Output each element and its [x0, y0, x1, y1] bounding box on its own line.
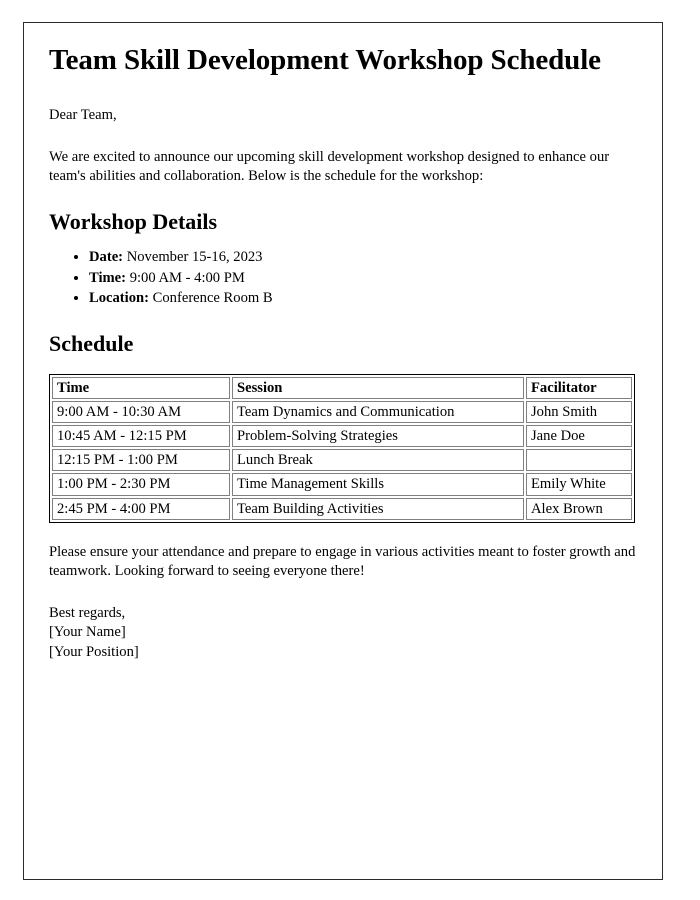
detail-label-location: Location: [89, 290, 149, 307]
detail-label-date: Date: [89, 248, 124, 265]
schedule-heading: Schedule [49, 331, 134, 357]
column-header-facilitator: Facilitator [526, 376, 632, 399]
workshop-details-list: Date: November 15-16, 2023 Time: 9:00 AM… [49, 247, 640, 309]
table-row: 10:45 AM - 12:15 PM Problem-Solving Stra… [52, 425, 632, 448]
cell-time: 2:45 PM - 4:00 PM [52, 497, 230, 520]
cell-session: Team Building Activities [232, 497, 524, 520]
detail-label-time: Time: [89, 269, 127, 286]
workshop-details-heading: Workshop Details [49, 208, 218, 234]
cell-session: Problem-Solving Strategies [232, 425, 524, 448]
cell-session: Lunch Break [232, 449, 524, 472]
signature-position: [Your Position] [49, 643, 139, 660]
list-item: Location: Conference Room B [89, 288, 640, 309]
salutation-text: Dear Team, [49, 107, 117, 124]
page-title: Team Skill Development Workshop Schedule [49, 44, 601, 76]
cell-session: Time Management Skills [232, 473, 524, 496]
table-row: 12:15 PM - 1:00 PM Lunch Break [52, 449, 632, 472]
list-item: Date: November 15-16, 2023 [89, 247, 640, 268]
schedule-table: Time Session Facilitator 9:00 AM - 10:30… [49, 373, 635, 523]
table-row: 1:00 PM - 2:30 PM Time Management Skills… [52, 473, 632, 496]
column-header-session: Session [232, 376, 524, 399]
document-body: Team Skill Development Workshop Schedule… [49, 43, 640, 662]
intro-paragraph: We are excited to announce our upcoming … [49, 148, 610, 185]
list-item: Time: 9:00 AM - 4:00 PM [89, 268, 640, 289]
document-page-frame: Team Skill Development Workshop Schedule… [23, 22, 663, 880]
closing-paragraph: Please ensure your attendance and prepar… [49, 543, 636, 580]
table-row: 2:45 PM - 4:00 PM Team Building Activiti… [52, 497, 632, 520]
cell-facilitator: Emily White [526, 473, 632, 496]
signature-name: [Your Name] [49, 624, 126, 641]
cell-time: 1:00 PM - 2:30 PM [52, 473, 230, 496]
table-row: 9:00 AM - 10:30 AM Team Dynamics and Com… [52, 400, 632, 423]
table-header-row: Time Session Facilitator [52, 376, 632, 399]
cell-facilitator: John Smith [526, 400, 632, 423]
cell-time: 9:00 AM - 10:30 AM [52, 400, 230, 423]
detail-value-date: November 15-16, 2023 [126, 248, 263, 265]
cell-time: 10:45 AM - 12:15 PM [52, 425, 230, 448]
signature-closing: Best regards, [49, 604, 126, 621]
cell-session: Team Dynamics and Communication [232, 400, 524, 423]
cell-time: 12:15 PM - 1:00 PM [52, 449, 230, 472]
signature-block: Best regards, [Your Name] [Your Position… [49, 604, 640, 662]
cell-facilitator: Alex Brown [526, 497, 632, 520]
cell-facilitator [526, 449, 632, 472]
detail-value-location: Conference Room B [152, 290, 273, 307]
detail-value-time: 9:00 AM - 4:00 PM [129, 269, 245, 286]
cell-facilitator: Jane Doe [526, 425, 632, 448]
column-header-time: Time [52, 376, 230, 399]
